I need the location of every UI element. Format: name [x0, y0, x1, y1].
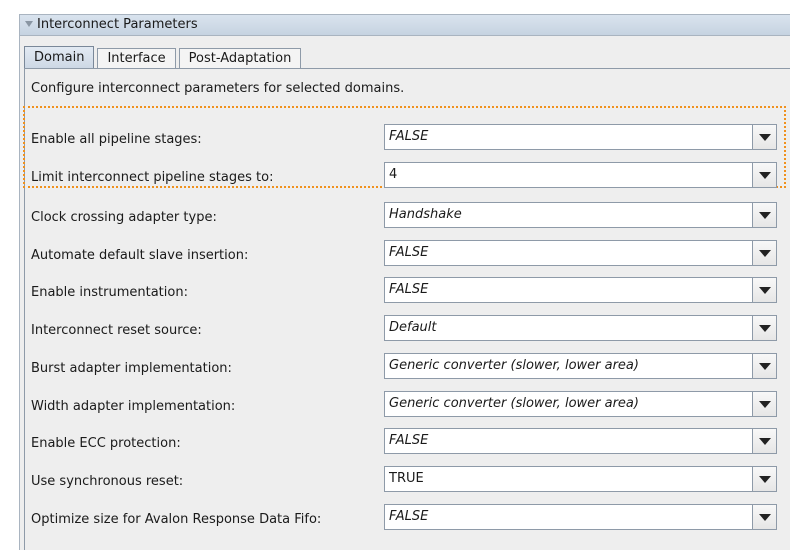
dropdown-value: Handshake [389, 207, 462, 222]
chevron-down-icon [759, 514, 771, 521]
triangle-down-icon[interactable] [25, 21, 33, 27]
chevron-down-icon [759, 438, 771, 445]
param-dropdown[interactable]: FALSE [384, 428, 777, 454]
tab-domain[interactable]: Domain [24, 46, 95, 68]
param-dropdown[interactable]: Handshake [384, 202, 777, 228]
dropdown-value: Generic converter (slower, lower area) [389, 358, 639, 373]
param-label: Enable all pipeline stages: [31, 132, 202, 147]
tab-label: Domain [34, 50, 85, 65]
dropdown-value: FALSE [389, 509, 429, 524]
param-label: Optimize size for Avalon Response Data F… [31, 512, 322, 527]
dropdown-value: FALSE [389, 282, 429, 297]
description-text: Configure interconnect parameters for se… [31, 81, 405, 96]
dropdown-button[interactable] [752, 203, 776, 227]
chevron-down-icon [759, 212, 771, 219]
dropdown-value: Default [389, 320, 437, 335]
param-label: Limit interconnect pipeline stages to: [31, 170, 274, 185]
chevron-down-icon [759, 363, 771, 370]
dropdown-value: FALSE [389, 129, 429, 144]
dropdown-button[interactable] [752, 354, 776, 378]
param-label: Width adapter implementation: [31, 399, 236, 414]
param-dropdown[interactable]: FALSE [384, 240, 777, 266]
dropdown-button[interactable] [752, 278, 776, 302]
tab-label: Post-Adaptation [188, 51, 292, 66]
param-dropdown[interactable]: TRUE [384, 466, 777, 492]
panel-header[interactable]: Interconnect Parameters [20, 15, 790, 36]
param-label: Enable instrumentation: [31, 285, 188, 300]
param-label: Clock crossing adapter type: [31, 210, 217, 225]
param-label: Enable ECC protection: [31, 436, 181, 451]
panel-title: Interconnect Parameters [37, 17, 198, 32]
param-dropdown[interactable]: FALSE [384, 504, 777, 530]
tab-interface[interactable]: Interface [97, 48, 176, 68]
dropdown-value: 4 [389, 167, 398, 182]
dropdown-value: FALSE [389, 245, 429, 260]
param-dropdown[interactable]: Generic converter (slower, lower area) [384, 353, 777, 379]
dropdown-button[interactable] [752, 241, 776, 265]
dropdown-button[interactable] [752, 392, 776, 416]
chevron-down-icon [759, 401, 771, 408]
dropdown-button[interactable] [752, 429, 776, 453]
tab-post-adaptation[interactable]: Post-Adaptation [178, 48, 302, 68]
chevron-down-icon [759, 172, 771, 179]
dropdown-button[interactable] [752, 316, 776, 340]
param-label: Automate default slave insertion: [31, 248, 249, 263]
dropdown-value: TRUE [389, 471, 424, 486]
param-label: Interconnect reset source: [31, 323, 202, 338]
chevron-down-icon [759, 325, 771, 332]
param-dropdown[interactable]: 4 [384, 162, 777, 188]
param-label: Burst adapter implementation: [31, 361, 232, 376]
param-dropdown[interactable]: Default [384, 315, 777, 341]
chevron-down-icon [759, 476, 771, 483]
dropdown-button[interactable] [752, 163, 776, 187]
chevron-down-icon [759, 134, 771, 141]
dropdown-value: FALSE [389, 433, 429, 448]
dropdown-button[interactable] [752, 125, 776, 149]
dropdown-button[interactable] [752, 467, 776, 491]
tab-bar: Domain Interface Post-Adaptation [24, 46, 304, 68]
param-dropdown[interactable]: FALSE [384, 277, 777, 303]
param-dropdown[interactable]: FALSE [384, 124, 777, 150]
dropdown-button[interactable] [752, 505, 776, 529]
tab-label: Interface [107, 51, 166, 66]
param-label: Use synchronous reset: [31, 474, 184, 489]
param-dropdown[interactable]: Generic converter (slower, lower area) [384, 391, 777, 417]
dropdown-value: Generic converter (slower, lower area) [389, 396, 639, 411]
chevron-down-icon [759, 250, 771, 257]
chevron-down-icon [759, 287, 771, 294]
